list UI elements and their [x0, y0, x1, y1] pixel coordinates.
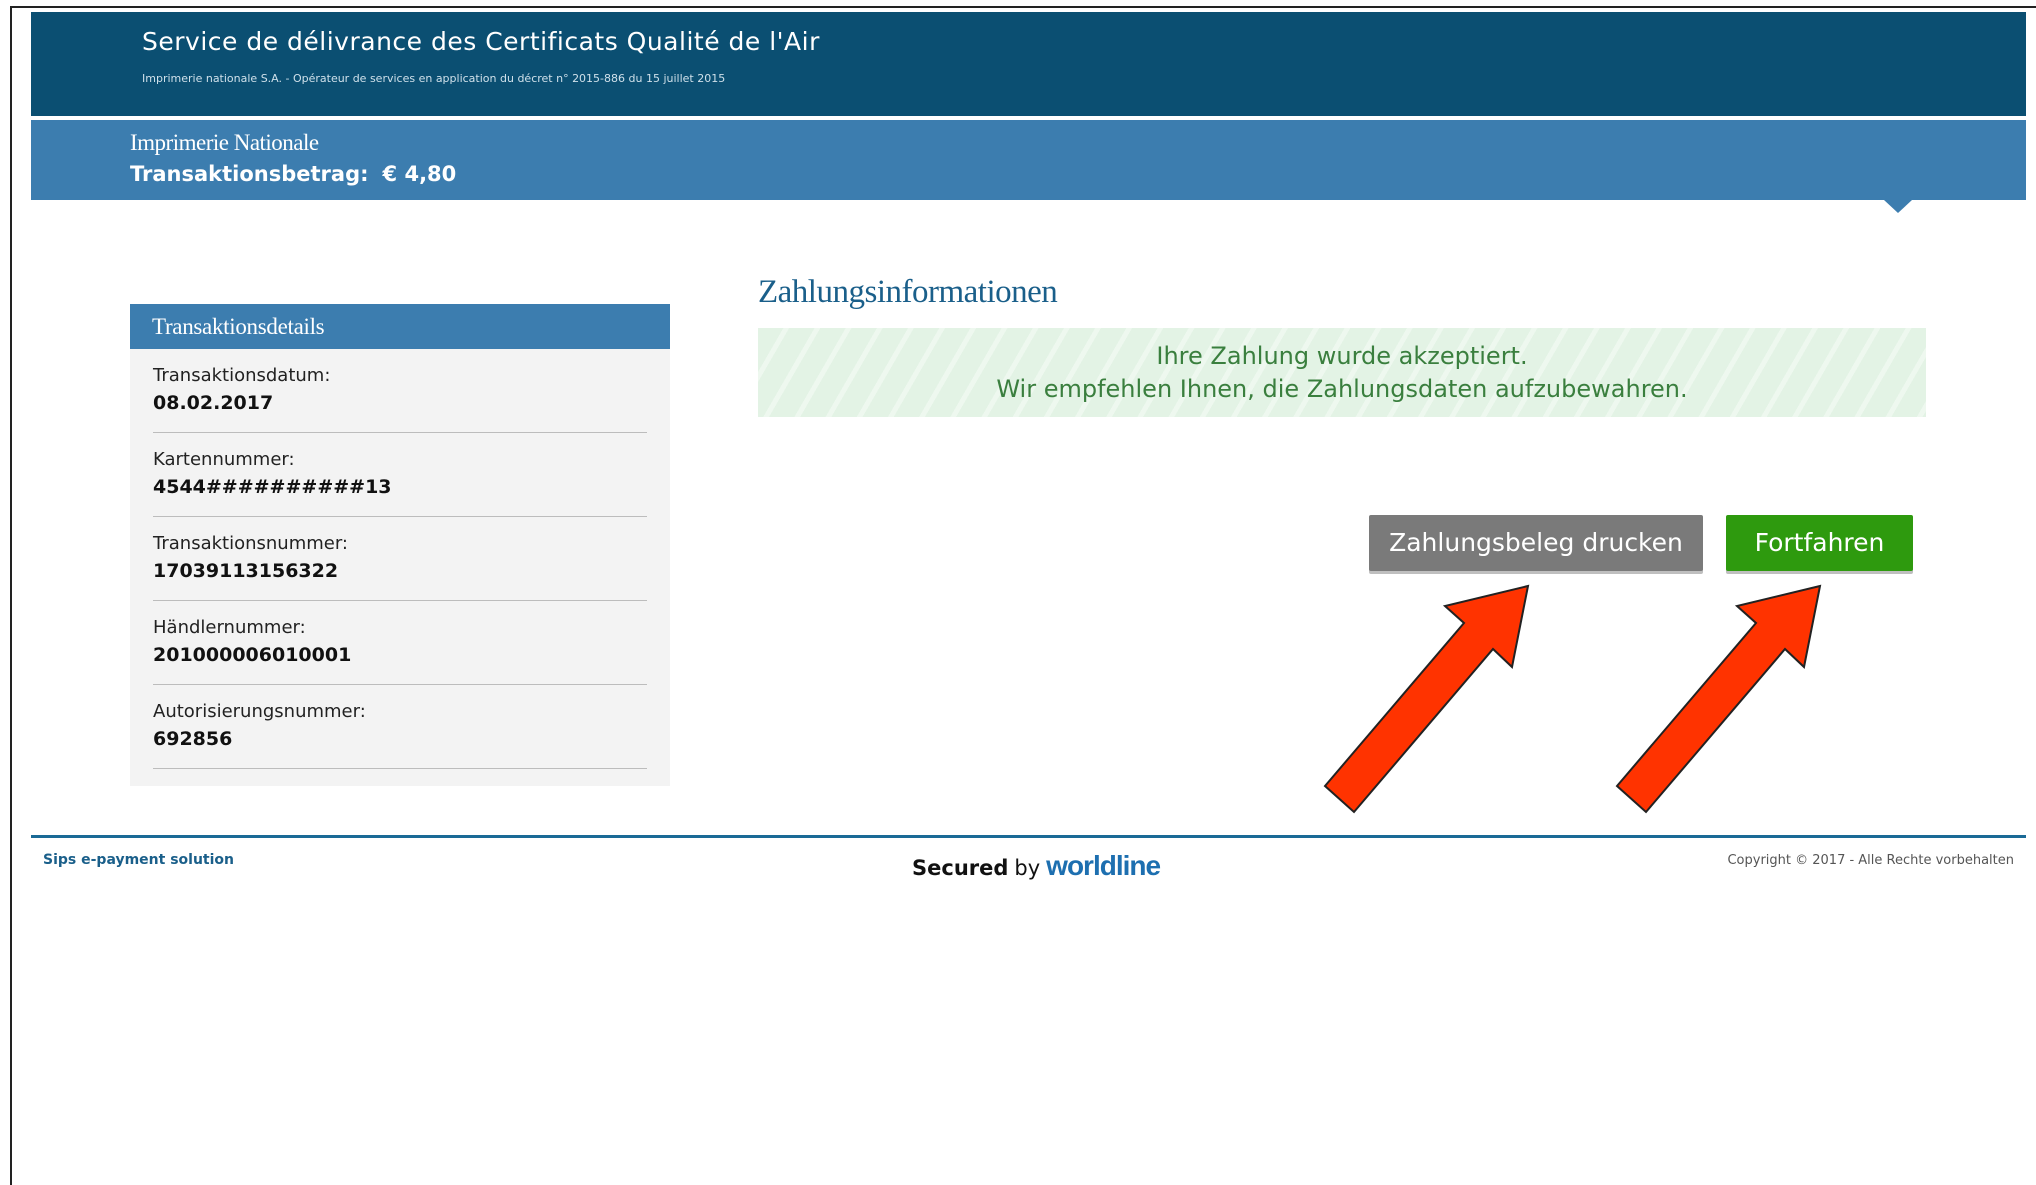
print-receipt-button[interactable]: Zahlungsbeleg drucken [1369, 515, 1703, 571]
transaction-amount: Transaktionsbetrag: € 4,80 [130, 162, 470, 186]
detail-value: 201000006010001 [153, 644, 352, 666]
merchant-name: Imprimerie Nationale [130, 130, 319, 155]
site-title: Service de délivrance des Certificats Qu… [142, 27, 820, 56]
transaction-details-panel: Transaktionsdetails Transaktionsdatum: 0… [130, 304, 670, 786]
amount-label: Transaktionsbetrag: [130, 162, 369, 186]
detail-label: Transaktionsnummer: [153, 533, 348, 554]
detail-item-transaction-number: Transaktionsnummer: 17039113156322 [153, 517, 647, 601]
copyright-text: Copyright © 2017 - Alle Rechte vorbehalt… [1727, 853, 2014, 868]
detail-item-authorization-number: Autorisierungsnummer: 692856 [153, 685, 647, 769]
detail-item-date: Transaktionsdatum: 08.02.2017 [153, 349, 647, 433]
detail-value: 17039113156322 [153, 560, 339, 582]
detail-item-card-number: Kartennummer: 4544##########13 [153, 433, 647, 517]
detail-label: Kartennummer: [153, 449, 295, 470]
payment-info-title: Zahlungsinformationen [758, 274, 1058, 310]
detail-value: 692856 [153, 728, 233, 750]
secured-label: Secured [912, 856, 1009, 880]
continue-button[interactable]: Fortfahren [1726, 515, 1913, 571]
detail-label: Händlernummer: [153, 617, 306, 638]
detail-label: Transaktionsdatum: [153, 365, 331, 386]
footer-divider [31, 835, 2026, 838]
by-label: by [1014, 856, 1041, 880]
amount-value: € 4,80 [382, 162, 457, 186]
worldline-logo: worldline [1046, 850, 1161, 881]
payment-success-message: Ihre Zahlung wurde akzeptiert. Wir empfe… [758, 328, 1926, 417]
detail-value: 08.02.2017 [153, 392, 274, 414]
detail-item-merchant-number: Händlernummer: 201000006010001 [153, 601, 647, 685]
details-heading: Transaktionsdetails [130, 304, 670, 349]
detail-label: Autorisierungsnummer: [153, 701, 366, 722]
secured-by-badge: Secured by worldline [912, 850, 1161, 882]
footer-sips-label: Sips e-payment solution [43, 852, 234, 868]
success-line-2: Wir empfehlen Ihnen, die Zahlungsdaten a… [996, 375, 1688, 403]
band-notch [1884, 200, 1912, 213]
success-line-1: Ihre Zahlung wurde akzeptiert. [1156, 342, 1528, 370]
merchant-band [31, 120, 2026, 200]
site-subtitle: Imprimerie nationale S.A. - Opérateur de… [142, 72, 726, 85]
detail-value: 4544##########13 [153, 476, 392, 498]
